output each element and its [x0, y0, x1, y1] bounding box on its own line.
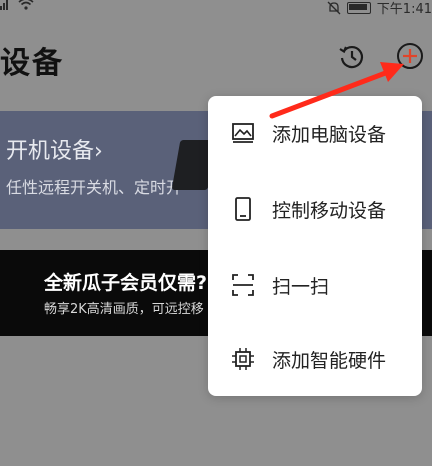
battery-icon — [346, 1, 371, 14]
vip-banner-subtitle: 畅享2K高清画质，可远控移 — [44, 302, 204, 317]
status-bar: 下午1:41 — [0, 0, 432, 17]
menu-item-label: 扫一扫 — [272, 275, 330, 298]
menu-item-add-smart-hardware[interactable]: 添加智能硬件 — [208, 328, 422, 390]
remote-power-banner-subtitle: 任性远程开关机、定时开 — [6, 178, 183, 197]
scan-icon — [232, 274, 254, 296]
status-left — [0, 0, 34, 10]
menu-item-label: 控制移动设备 — [272, 199, 387, 222]
mute-icon — [327, 1, 341, 14]
computer-image-icon — [232, 123, 254, 143]
vip-banner-title: 全新瓜子会员仅需? — [44, 272, 208, 294]
menu-item-label: 添加智能硬件 — [272, 349, 387, 372]
status-time: 下午1:41 — [376, 2, 432, 17]
menu-item-add-computer[interactable]: 添加电脑设备 — [208, 102, 422, 164]
chip-icon — [232, 348, 254, 370]
page-title: 设备 — [0, 46, 64, 81]
add-device-menu: 添加电脑设备 控制移动设备 扫一扫 添加智能硬件 — [208, 96, 422, 396]
menu-item-control-mobile[interactable]: 控制移动设备 — [208, 178, 422, 240]
signal-icon — [0, 0, 8, 10]
phone-icon — [235, 197, 251, 221]
wifi-icon — [18, 0, 34, 10]
history-icon[interactable] — [338, 43, 366, 71]
menu-item-scan[interactable]: 扫一扫 — [208, 254, 422, 316]
menu-item-label: 添加电脑设备 — [272, 123, 387, 146]
status-right: 下午1:41 — [327, 0, 432, 17]
remote-power-banner-title: 开机设备› — [6, 139, 103, 164]
add-icon[interactable] — [395, 41, 425, 71]
